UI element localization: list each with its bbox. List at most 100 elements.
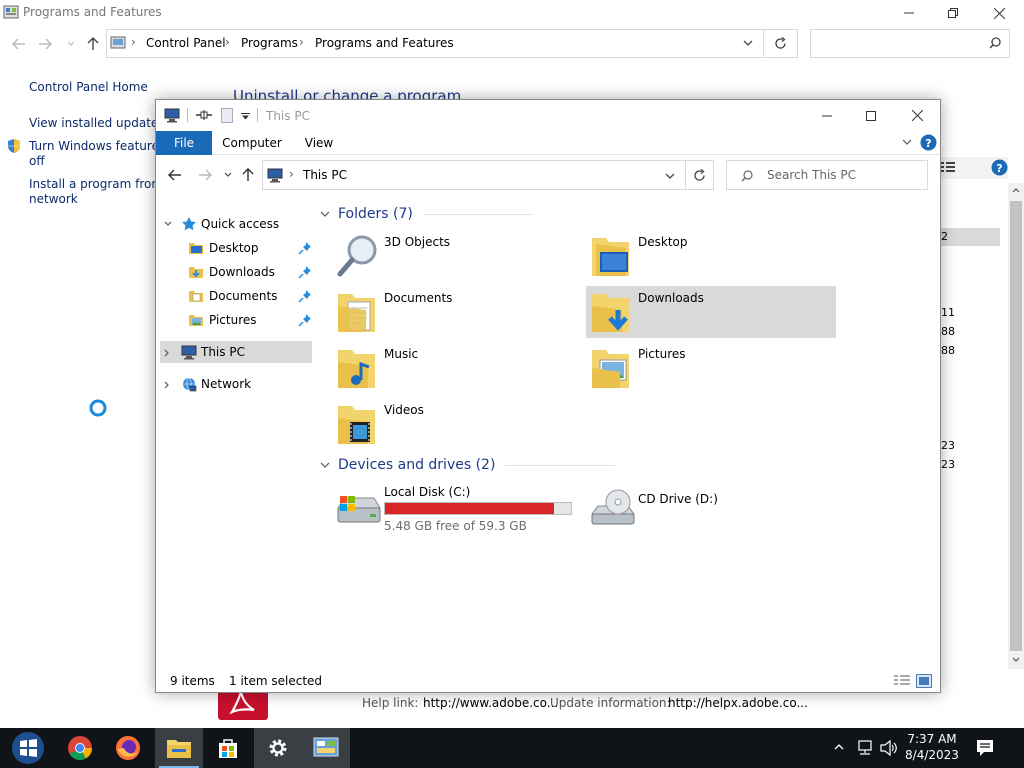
customize-qat-chevron-icon[interactable] — [241, 113, 250, 120]
cp-recent-chevron-icon[interactable] — [62, 35, 80, 53]
pin-icon[interactable] — [298, 289, 312, 303]
expand-chevron-right-icon[interactable] — [164, 381, 170, 389]
cp-row-value: 2 — [941, 230, 948, 243]
cp-back-arrow-icon[interactable] — [10, 35, 28, 53]
show-hidden-icons-chevron-icon[interactable] — [834, 744, 844, 750]
expand-chevron-right-icon[interactable] — [164, 349, 170, 357]
sidebar-item-pictures[interactable]: Pictures — [186, 309, 316, 331]
volume-tray-icon[interactable] — [880, 740, 898, 756]
breadcrumb-separator-icon: › — [299, 35, 304, 49]
folder-tile-downloads[interactable]: Downloads — [586, 286, 836, 338]
folder-tile-videos[interactable]: Videos — [332, 398, 582, 450]
settings-taskbar-button[interactable] — [254, 728, 302, 768]
address-this-pc[interactable]: This PC — [303, 168, 347, 182]
pictures-folder-icon — [588, 344, 634, 392]
cp-close-button[interactable] — [976, 0, 1022, 26]
firefox-taskbar-button[interactable] — [104, 728, 152, 768]
folder-tile-documents[interactable]: Documents — [332, 286, 582, 338]
sidebar-item-label: Desktop — [209, 241, 259, 255]
help-link-value[interactable]: http://www.adobe.co... — [423, 696, 558, 710]
cp-up-arrow-icon[interactable] — [84, 35, 102, 53]
cp-vertical-scrollbar[interactable] — [1008, 183, 1024, 669]
scroll-down-arrow-icon[interactable] — [1012, 657, 1020, 663]
chrome-taskbar-button[interactable] — [56, 728, 104, 768]
pin-icon[interactable] — [298, 265, 312, 279]
folder-tile-pictures[interactable]: Pictures — [586, 342, 836, 394]
breadcrumb-control-panel[interactable]: Control Panel — [146, 36, 226, 50]
explorer-address-bar[interactable]: › This PC — [262, 160, 686, 190]
downloads-folder-icon — [188, 264, 204, 280]
drive-name: Local Disk (C:) — [384, 485, 471, 499]
details-view-icon[interactable] — [894, 675, 910, 688]
sidebar-item-network[interactable]: Network — [160, 373, 312, 395]
start-button[interactable] — [4, 728, 52, 768]
explorer-maximize-button[interactable] — [848, 100, 894, 131]
explorer-forward-arrow-icon[interactable] — [198, 169, 212, 181]
explorer-search-input[interactable]: Search This PC — [726, 160, 928, 190]
cp-search-input[interactable] — [810, 29, 1010, 58]
videos-folder-icon — [334, 400, 380, 448]
explorer-up-arrow-icon[interactable] — [242, 168, 254, 182]
taskbar-clock[interactable]: 7:37 AM 8/4/2023 — [904, 731, 960, 763]
cp-help-icon[interactable]: ? — [991, 159, 1008, 176]
drives-group-header[interactable]: Devices and drives (2) — [320, 457, 932, 473]
sidebar-item-documents[interactable]: Documents — [186, 285, 316, 307]
control-panel-taskbar-button[interactable] — [302, 728, 350, 768]
cd-drive-icon — [588, 488, 636, 528]
sidebar-item-downloads[interactable]: Downloads — [186, 261, 316, 283]
folder-tile-music[interactable]: Music — [332, 342, 582, 394]
explorer-window-title: This PC — [266, 109, 310, 123]
view-options-icon[interactable] — [941, 161, 955, 173]
folder-tile-desktop[interactable]: Desktop — [586, 230, 836, 282]
tab-file[interactable]: File — [156, 131, 212, 155]
explorer-recent-chevron-icon[interactable] — [224, 172, 232, 178]
expand-chevron-down-icon[interactable] — [164, 221, 172, 227]
cp-address-bar[interactable]: › Control Panel › Programs › Programs an… — [106, 29, 764, 58]
folders-group-header[interactable]: Folders (7) — [320, 206, 932, 222]
cp-selected-row[interactable]: 2 — [941, 228, 1000, 246]
address-dropdown-chevron-icon[interactable] — [743, 40, 753, 46]
drive-tile-cd-drive-d[interactable]: CD Drive (D:) — [586, 482, 836, 536]
sidebar-item-desktop[interactable]: Desktop — [186, 237, 316, 259]
explorer-back-arrow-icon[interactable] — [168, 169, 182, 181]
tab-view[interactable]: View — [296, 131, 342, 155]
action-center-icon[interactable] — [976, 739, 994, 757]
store-taskbar-button[interactable] — [204, 728, 252, 768]
explorer-refresh-button[interactable] — [686, 160, 714, 190]
breadcrumb-programs[interactable]: Programs — [241, 36, 298, 50]
update-info-value[interactable]: http://helpx.adobe.co... — [668, 696, 808, 710]
large-icons-view-icon[interactable] — [916, 674, 932, 688]
sidebar-item-this-pc[interactable]: This PC — [160, 341, 312, 363]
this-pc-icon — [164, 108, 180, 123]
file-explorer-taskbar-button[interactable] — [155, 728, 203, 768]
view-installed-updates-link[interactable]: View installed updates — [29, 116, 165, 131]
cp-minimize-button[interactable] — [886, 0, 932, 26]
sidebar-item-label: Quick access — [201, 217, 280, 231]
expand-ribbon-chevron-icon[interactable] — [902, 139, 912, 145]
drive-usage-bar — [384, 502, 572, 515]
folder-tile-3d-objects[interactable]: 3D Objects — [332, 230, 582, 282]
network-tray-icon[interactable] — [856, 740, 874, 756]
documents-folder-icon — [334, 288, 380, 336]
address-dropdown-chevron-icon[interactable] — [665, 173, 675, 179]
breadcrumb-programs-and-features[interactable]: Programs and Features — [315, 36, 454, 50]
properties-icon[interactable] — [196, 110, 212, 120]
cp-restore-button[interactable] — [930, 0, 976, 26]
new-folder-icon[interactable] — [221, 108, 233, 123]
cp-scrollbar-thumb[interactable] — [1010, 201, 1022, 651]
ribbon-tab-bar: File Computer View ? — [156, 131, 940, 155]
qat-divider — [257, 108, 258, 122]
update-info-label: Update information: — [550, 696, 671, 710]
scroll-up-arrow-icon[interactable] — [1012, 187, 1020, 193]
explorer-minimize-button[interactable] — [804, 100, 850, 131]
tab-computer[interactable]: Computer — [218, 131, 286, 155]
sidebar-item-quick-access[interactable]: Quick access — [156, 213, 312, 235]
explorer-close-button[interactable] — [894, 100, 940, 131]
pin-icon[interactable] — [298, 313, 312, 327]
cp-refresh-button[interactable] — [764, 29, 798, 58]
cp-forward-arrow-icon[interactable] — [36, 35, 54, 53]
pin-icon[interactable] — [298, 241, 312, 255]
control-panel-home-link[interactable]: Control Panel Home — [29, 80, 148, 95]
explorer-help-icon[interactable]: ? — [920, 134, 937, 151]
drive-tile-local-disk-c[interactable]: Local Disk (C:) 5.48 GB free of 59.3 GB — [332, 482, 582, 536]
